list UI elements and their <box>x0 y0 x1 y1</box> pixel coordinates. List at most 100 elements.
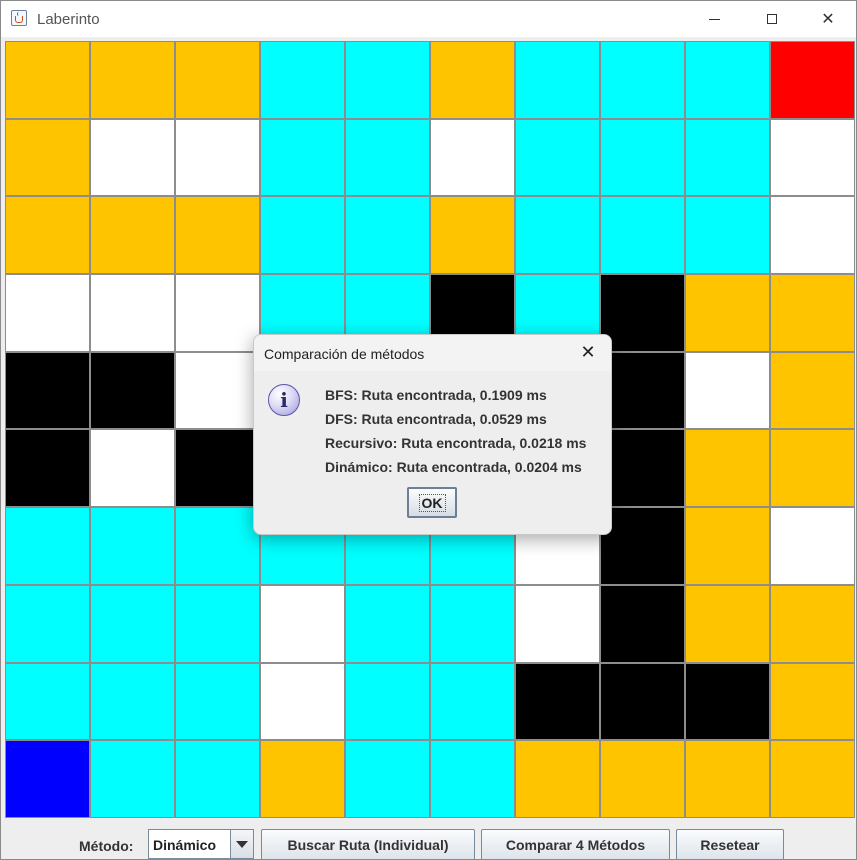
maze-cell-visited[interactable] <box>515 196 600 275</box>
close-button[interactable]: ✕ <box>799 1 856 37</box>
maze-cell-open[interactable] <box>90 118 175 197</box>
minimize-button[interactable] <box>685 1 743 37</box>
maze-cell-visited[interactable] <box>175 507 260 585</box>
maze-cell-visited[interactable] <box>260 118 345 197</box>
maze-cell-path[interactable] <box>515 740 600 818</box>
maze-cell-visited[interactable] <box>345 41 430 119</box>
maze-cell-visited[interactable] <box>90 662 175 741</box>
maze-cell-wall[interactable] <box>600 507 685 585</box>
maze-cell-path[interactable] <box>5 196 90 275</box>
maze-cell-path[interactable] <box>5 118 90 197</box>
maze-cell-goal[interactable] <box>770 41 855 119</box>
maze-cell-visited[interactable] <box>685 118 770 197</box>
maze-cell-wall[interactable] <box>685 662 770 741</box>
maze-cell-path[interactable] <box>685 507 770 585</box>
maze-cell-wall[interactable] <box>600 662 685 741</box>
maze-cell-visited[interactable] <box>515 41 600 119</box>
maze-cell-path[interactable] <box>770 274 855 352</box>
maze-cell-open[interactable] <box>770 196 855 275</box>
maze-cell-wall[interactable] <box>600 351 685 430</box>
maze-cell-visited[interactable] <box>600 118 685 197</box>
maze-cell-wall[interactable] <box>5 429 90 508</box>
dropdown-arrow-button[interactable] <box>230 830 253 858</box>
maze-cell-open[interactable] <box>685 351 770 430</box>
maze-cell-visited[interactable] <box>345 118 430 197</box>
maximize-icon <box>767 14 777 24</box>
maze-cell-visited[interactable] <box>175 662 260 741</box>
maze-cell-path[interactable] <box>685 274 770 352</box>
maze-cell-visited[interactable] <box>5 662 90 741</box>
maze-cell-wall[interactable] <box>90 351 175 430</box>
maze-cell-path[interactable] <box>600 740 685 818</box>
dialog-close-button[interactable]: ✕ <box>577 341 599 363</box>
maze-cell-wall[interactable] <box>515 662 600 741</box>
maze-cell-visited[interactable] <box>685 196 770 275</box>
maze-cell-visited[interactable] <box>260 41 345 119</box>
maze-cell-open[interactable] <box>770 118 855 197</box>
maze-cell-path[interactable] <box>770 662 855 741</box>
maze-cell-visited[interactable] <box>5 507 90 585</box>
maze-cell-path[interactable] <box>5 41 90 119</box>
maze-cell-path[interactable] <box>260 740 345 818</box>
maze-cell-open[interactable] <box>5 274 90 352</box>
maze-cell-wall[interactable] <box>5 351 90 430</box>
maze-cell-visited[interactable] <box>90 740 175 818</box>
maze-cell-wall[interactable] <box>600 429 685 508</box>
maze-cell-visited[interactable] <box>515 118 600 197</box>
comparison-dialog: Comparación de métodos ✕ i BFS: Ruta enc… <box>253 334 612 535</box>
comparar-metodos-button[interactable]: Comparar 4 Métodos <box>481 829 670 859</box>
maze-cell-path[interactable] <box>175 41 260 119</box>
maze-cell-visited[interactable] <box>175 584 260 663</box>
maze-cell-path[interactable] <box>685 584 770 663</box>
maze-cell-wall[interactable] <box>600 274 685 352</box>
maze-cell-visited[interactable] <box>430 662 515 741</box>
maze-cell-path[interactable] <box>90 41 175 119</box>
maze-cell-visited[interactable] <box>260 196 345 275</box>
maze-cell-path[interactable] <box>770 351 855 430</box>
method-select[interactable]: Dinámico <box>148 829 254 859</box>
maze-cell-path[interactable] <box>430 41 515 119</box>
maze-cell-path[interactable] <box>770 740 855 818</box>
maze-cell-visited[interactable] <box>600 196 685 275</box>
maze-cell-open[interactable] <box>175 118 260 197</box>
maze-cell-path[interactable] <box>770 584 855 663</box>
maze-cell-visited[interactable] <box>430 740 515 818</box>
dialog-title-bar: Comparación de métodos ✕ <box>254 335 611 371</box>
maze-cell-wall[interactable] <box>175 429 260 508</box>
maze-cell-open[interactable] <box>90 429 175 508</box>
maze-cell-visited[interactable] <box>685 41 770 119</box>
maze-cell-visited[interactable] <box>345 196 430 275</box>
maze-cell-path[interactable] <box>685 429 770 508</box>
maximize-button[interactable] <box>743 1 801 37</box>
result-bfs: BFS: Ruta encontrada, 0.1909 ms <box>325 387 547 403</box>
maze-cell-open[interactable] <box>175 351 260 430</box>
maze-cell-path[interactable] <box>175 196 260 275</box>
maze-cell-wall[interactable] <box>600 584 685 663</box>
maze-cell-visited[interactable] <box>430 584 515 663</box>
ok-label: OK <box>418 493 446 512</box>
maze-cell-open[interactable] <box>770 507 855 585</box>
maze-cell-visited[interactable] <box>345 662 430 741</box>
maze-cell-path[interactable] <box>90 196 175 275</box>
maze-cell-open[interactable] <box>260 584 345 663</box>
ok-button[interactable]: OK <box>407 487 457 518</box>
maze-cell-open[interactable] <box>515 584 600 663</box>
maze-cell-visited[interactable] <box>90 584 175 663</box>
java-app-icon <box>11 10 27 26</box>
maze-cell-path[interactable] <box>685 740 770 818</box>
maze-cell-visited[interactable] <box>90 507 175 585</box>
maze-cell-start[interactable] <box>5 740 90 818</box>
maze-cell-visited[interactable] <box>345 740 430 818</box>
maze-cell-path[interactable] <box>430 196 515 275</box>
maze-cell-visited[interactable] <box>175 740 260 818</box>
maze-cell-visited[interactable] <box>5 584 90 663</box>
maze-cell-path[interactable] <box>770 429 855 508</box>
maze-cell-visited[interactable] <box>600 41 685 119</box>
maze-cell-open[interactable] <box>260 662 345 741</box>
maze-cell-visited[interactable] <box>345 584 430 663</box>
maze-cell-open[interactable] <box>175 274 260 352</box>
resetear-button[interactable]: Resetear <box>676 829 784 859</box>
buscar-ruta-button[interactable]: Buscar Ruta (Individual) <box>261 829 475 859</box>
maze-cell-open[interactable] <box>90 274 175 352</box>
maze-cell-open[interactable] <box>430 118 515 197</box>
